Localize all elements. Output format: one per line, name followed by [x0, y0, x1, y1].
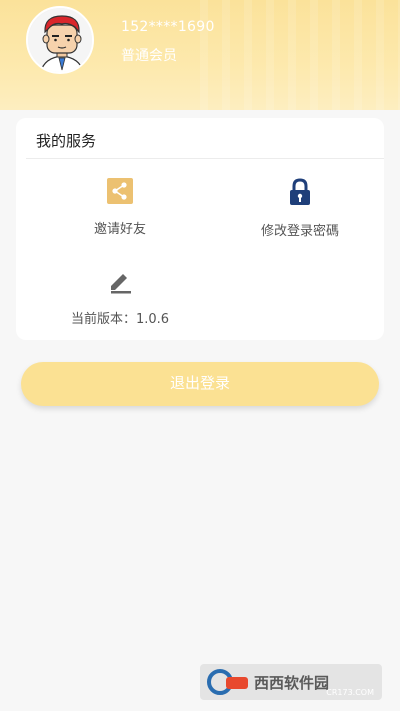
membership-level: 普通会员 [121, 48, 177, 64]
divider [26, 158, 384, 159]
watermark-text: 西西软件园 [254, 673, 330, 692]
services-card: 我的服务 邀请好友 修改登录密碼 当前版本：1.0.6 [16, 118, 384, 340]
change-password-label: 修改登录密碼 [260, 224, 339, 239]
edit-icon [30, 268, 210, 298]
invite-friends-button[interactable]: 邀请好友 [30, 178, 210, 237]
watermark-url: CR173.COM [326, 688, 374, 697]
avatar-illustration [28, 8, 92, 72]
phone-number: 152****1690 [121, 19, 215, 35]
change-password-button[interactable]: 修改登录密碼 [210, 178, 390, 239]
avatar[interactable] [26, 6, 94, 74]
services-title: 我的服务 [36, 132, 97, 150]
watermark-logo: 西西软件园 CR173.COM [200, 664, 382, 700]
app-version-label: 当前版本：1.0.6 [70, 312, 170, 327]
watermark-mark [207, 669, 248, 695]
profile-header: 152****1690 普通会员 [0, 0, 400, 110]
share-icon [30, 178, 210, 208]
invite-friends-label: 邀请好友 [93, 222, 146, 237]
lock-icon [210, 178, 390, 210]
logout-button[interactable]: 退出登录 [21, 362, 379, 406]
app-version-item[interactable]: 当前版本：1.0.6 [30, 268, 210, 327]
